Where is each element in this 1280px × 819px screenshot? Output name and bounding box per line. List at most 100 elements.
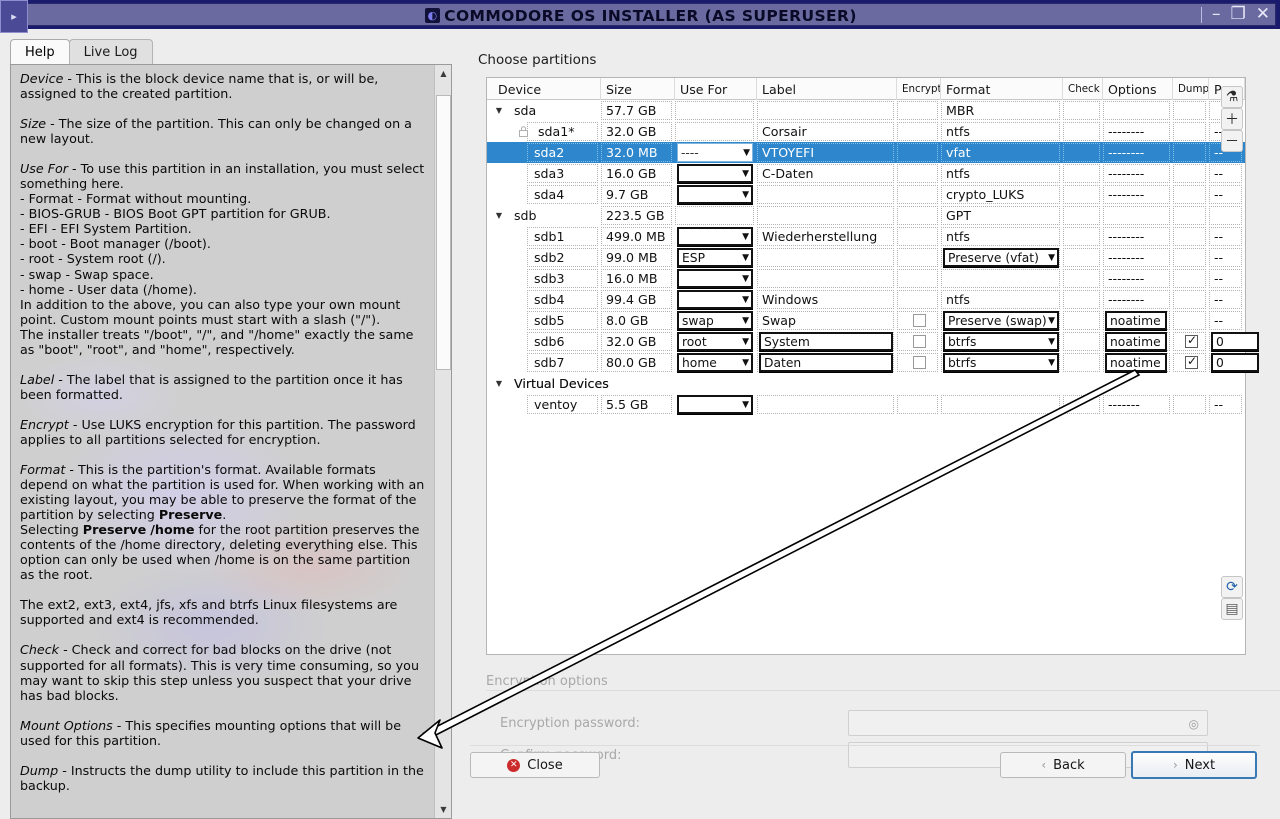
column-header-check[interactable]: Check xyxy=(1063,78,1103,100)
device-button[interactable]: ▤ xyxy=(1221,598,1243,620)
scrollbar-thumb[interactable] xyxy=(436,95,451,370)
add-partition-button[interactable]: ＋ xyxy=(1221,108,1243,130)
column-header-label[interactable]: Label xyxy=(757,78,897,100)
format-select[interactable]: btrfs ▼ xyxy=(943,332,1059,351)
use-for-select[interactable]: ▼ xyxy=(677,227,753,246)
use-for-select[interactable]: ▼ xyxy=(677,395,753,414)
format-select[interactable]: btrfs ▼ xyxy=(943,353,1059,372)
cell-format: vfat xyxy=(946,145,971,160)
options-input[interactable]: noatime xyxy=(1105,332,1167,351)
column-header-encrypt[interactable]: Encrypt xyxy=(897,78,941,100)
encrypt-checkbox[interactable] xyxy=(913,314,926,327)
label-input[interactable]: Daten xyxy=(759,353,893,372)
use-for-select[interactable]: home ▼ xyxy=(677,353,753,372)
encryption-password-field[interactable]: ◎ xyxy=(848,710,1208,736)
column-header-device[interactable]: Device xyxy=(493,78,601,100)
format-select[interactable]: Preserve (vfat) ▼ xyxy=(943,248,1059,267)
window-menu-button[interactable]: ▸ xyxy=(0,0,28,33)
cell-outline xyxy=(675,101,754,120)
remove-partition-button[interactable]: － xyxy=(1221,130,1243,152)
refresh-button[interactable]: ⟳ xyxy=(1221,576,1243,598)
reveal-password-icon[interactable]: ◎ xyxy=(1189,717,1199,731)
cell-label: Swap xyxy=(762,313,797,328)
chevron-down-icon: ▼ xyxy=(743,147,750,158)
close-button[interactable]: ✕ Close xyxy=(470,752,600,778)
commodore-logo-icon: ◐ xyxy=(425,8,441,23)
scroll-down-icon[interactable]: ▼ xyxy=(435,801,451,818)
chevron-down-icon: ▼ xyxy=(742,273,749,284)
tab-help[interactable]: Help xyxy=(10,39,70,65)
column-header-options[interactable]: Options xyxy=(1103,78,1173,100)
use-for-select[interactable]: root ▼ xyxy=(677,332,753,351)
table-row[interactable]: ▼ sdb 223.5 GB GPT xyxy=(487,205,1245,226)
cell-pass: -- xyxy=(1214,187,1224,202)
use-for-select[interactable]: swap ▼ xyxy=(677,311,753,330)
encrypt-checkbox[interactable] xyxy=(913,335,926,348)
table-row[interactable]: sdb5 8.0 GB swap ▼ Swap Preserve (swap) ▼ noati… xyxy=(487,310,1245,331)
next-button[interactable]: › Next xyxy=(1131,751,1257,779)
scroll-up-icon[interactable]: ▲ xyxy=(435,65,451,82)
column-header-format[interactable]: Format xyxy=(941,78,1063,100)
chevron-down-icon: ▼ xyxy=(1048,336,1055,347)
table-row[interactable]: sda4 9.7 GB ▼ crypto_LUKS -------- -- xyxy=(487,184,1245,205)
tab-live-log[interactable]: Live Log xyxy=(68,39,153,65)
new-layout-button[interactable]: ⚗ xyxy=(1221,86,1243,108)
table-row[interactable]: sdb4 99.4 GB ▼ Windows ntfs -------- -- xyxy=(487,289,1245,310)
cell-outline xyxy=(1173,269,1206,288)
expand-collapse-icon[interactable]: ▼ xyxy=(493,205,505,226)
cell-format: GPT xyxy=(946,208,972,223)
cell-outline xyxy=(1063,395,1100,414)
table-row[interactable]: ▼ sda 57.7 GB MBR xyxy=(487,100,1245,121)
expand-collapse-icon[interactable]: ▼ xyxy=(493,373,505,394)
column-header-size[interactable]: Size xyxy=(601,78,675,100)
format-select[interactable]: Preserve (swap) ▼ xyxy=(943,311,1059,330)
dump-checkbox[interactable] xyxy=(1185,333,1198,348)
table-row[interactable]: sda3 16.0 GB ▼ C-Daten ntfs -------- -- xyxy=(487,163,1245,184)
chevron-down-icon: ▼ xyxy=(1048,315,1055,326)
table-row[interactable]: sdb1 499.0 MB ▼ Wiederherstellung ntfs ------… xyxy=(487,226,1245,247)
table-row[interactable]: sda1* 32.0 GB Corsair ntfs -------- -- xyxy=(487,121,1245,142)
table-row[interactable]: sdb3 16.0 MB ▼ -------- -- xyxy=(487,268,1245,289)
close-icon[interactable]: ✕ xyxy=(1256,6,1270,23)
table-row[interactable]: sdb632.0 GBroot▼Systembtrfs▼noatime0 xyxy=(487,331,1259,352)
use-for-select[interactable]: ---- ▼ xyxy=(677,143,753,162)
use-for-select[interactable]: ▼ xyxy=(677,269,753,288)
dump-checkbox[interactable] xyxy=(1185,354,1198,369)
help-scrollbar[interactable]: ▲ ▼ xyxy=(434,65,451,818)
encrypt-checkbox[interactable] xyxy=(913,356,926,369)
table-row[interactable]: ▼ Virtual Devices Virtual Devices xyxy=(487,373,1245,394)
table-row[interactable]: ventoy 5.5 GB ▼ ------- -- xyxy=(487,394,1245,415)
pass-input[interactable]: 0 xyxy=(1211,332,1259,351)
use-for-select[interactable]: ESP ▼ xyxy=(677,248,753,267)
table-row[interactable]: sdb780.0 GBhome▼Datenbtrfs▼noatime0 xyxy=(487,352,1259,373)
cell-outline xyxy=(1063,101,1100,120)
refresh-icon: ⟳ xyxy=(1226,579,1238,595)
use-for-select[interactable]: ▼ xyxy=(677,185,753,204)
expand-collapse-icon[interactable]: ▼ xyxy=(493,100,505,121)
cell-size: 8.0 GB xyxy=(606,313,649,328)
cell-outline xyxy=(941,395,1060,414)
use-for-select[interactable]: ▼ xyxy=(677,290,753,309)
use-for-select[interactable]: ▼ xyxy=(677,164,753,183)
options-input[interactable]: noatime xyxy=(1105,311,1167,330)
maximize-icon[interactable]: ❐ xyxy=(1231,6,1246,23)
help-paragraph: Check - Check and correct for bad blocks… xyxy=(20,642,424,703)
cell-outline xyxy=(1173,227,1206,246)
minimize-icon[interactable]: – xyxy=(1212,6,1221,23)
table-row[interactable]: sda2 32.0 MB ---- ▼ VTOYEFI vfat -------- -- xyxy=(487,142,1245,163)
back-button[interactable]: ‹ Back xyxy=(1000,752,1126,778)
column-header-use-for[interactable]: Use For xyxy=(675,78,757,100)
table-row[interactable]: sdb2 99.0 MB ESP ▼ Preserve (vfat) ▼ -------- -… xyxy=(487,247,1245,268)
help-paragraph: Label - The label that is assigned to th… xyxy=(20,371,407,402)
pass-input[interactable]: 0 xyxy=(1211,353,1259,372)
options-input[interactable]: noatime xyxy=(1105,353,1167,372)
cell-options: -------- xyxy=(1108,271,1145,286)
label-input[interactable]: System xyxy=(759,332,893,351)
column-header-dump[interactable]: Dump xyxy=(1173,78,1209,100)
cell-size: 16.0 MB xyxy=(606,271,658,286)
cell-outline xyxy=(897,248,938,267)
cell-outline xyxy=(941,269,1060,288)
cell-outline xyxy=(1103,101,1170,120)
cell-outline xyxy=(1173,248,1206,267)
cell-outline xyxy=(1173,101,1206,120)
